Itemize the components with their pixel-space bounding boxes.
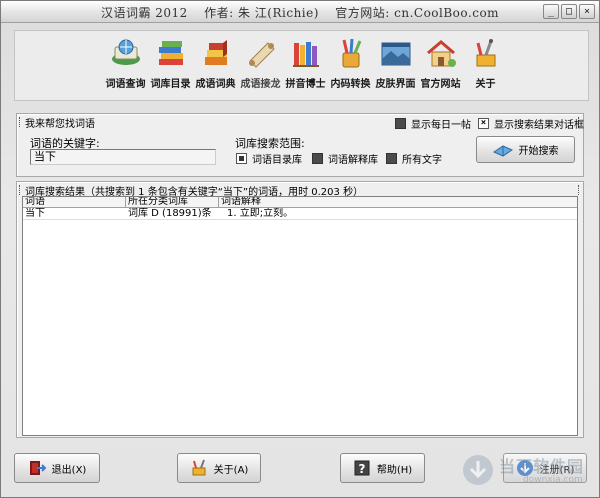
column-header-explanation[interactable]: 词语解释 [219, 197, 577, 207]
checkbox-box[interactable] [395, 118, 406, 129]
title-bar[interactable]: 汉语词霸 2012 作者: 朱 江(Richie) 官方网站: cn.CoolB… [1, 1, 599, 23]
toolbar-idiom-chain[interactable]: 成语接龙 [238, 37, 283, 97]
about-button[interactable]: 关于(A) [177, 453, 261, 483]
dictionary-icon [199, 37, 233, 71]
toolbar-skin[interactable]: 皮肤界面 [373, 37, 418, 97]
show-dialog-checkbox[interactable]: × 显示搜索结果对话框 [478, 116, 584, 131]
exit-label: 退出(X) [51, 464, 87, 476]
help-icon: ? [354, 460, 370, 476]
about-label: 关于(A) [213, 464, 249, 476]
search-book-icon [492, 144, 513, 157]
checkbox-box[interactable]: × [478, 118, 489, 129]
exit-icon [29, 461, 46, 475]
show-daily-label: 显示每日一帖 [411, 120, 471, 131]
toolbar-official-site[interactable]: 官方网站 [418, 37, 463, 97]
radio-box[interactable] [312, 153, 323, 164]
stacked-books-icon [154, 37, 188, 71]
scope-option-explanation[interactable]: 词语解释库 [312, 151, 378, 166]
toolbar-idiom-dictionary[interactable]: 成语词典 [193, 37, 238, 97]
toolbar-label: 皮肤界面 [375, 79, 416, 90]
toolbar-code-convert[interactable]: 内码转换 [328, 37, 373, 97]
svg-text:?: ? [358, 462, 365, 476]
landscape-icon [379, 37, 413, 71]
cell-word: 当下 [25, 208, 45, 219]
search-panel-title: 我来帮您找词语 [25, 119, 95, 130]
author-text: 作者: 朱 江(Richie) [204, 6, 319, 20]
minimize-button[interactable]: _ [543, 4, 559, 19]
toolbar-about[interactable]: 关于 [463, 37, 508, 97]
scope-option-label: 词语目录库 [252, 155, 302, 166]
grip-handle[interactable] [578, 185, 581, 195]
watermark-url: downxia.com [523, 475, 583, 485]
show-dialog-label: 显示搜索结果对话框 [494, 120, 584, 131]
watermark-text: 当下软件园 [499, 457, 585, 476]
radio-box[interactable] [236, 153, 247, 164]
cell-explanation: 1. 立即;立刻。 [227, 208, 294, 219]
results-panel: 词库搜索结果（共搜索到 1 条包含有关键字“当下”的词语，用时 0.203 秒）… [16, 181, 584, 438]
column-header-category[interactable]: 所在分类词库 [126, 197, 219, 207]
help-label: 帮助(H) [376, 464, 413, 476]
watermark: 当下软件园 downxia.com [461, 449, 591, 493]
search-panel: 我来帮您找词语 显示每日一帖 × 显示搜索结果对话框 词语的关键字: 当下 词库… [16, 113, 584, 177]
toolbar-catalog[interactable]: 词库目录 [148, 37, 193, 97]
grip-handle[interactable] [19, 185, 22, 195]
tools-icon [469, 37, 503, 71]
scope-option-all[interactable]: 所有文字 [386, 151, 442, 166]
house-icon [424, 37, 458, 71]
close-button[interactable]: × [579, 4, 595, 19]
start-search-label: 开始搜索 [518, 146, 559, 157]
keyword-input[interactable]: 当下 [30, 149, 216, 165]
help-button[interactable]: ? 帮助(H) [340, 453, 425, 483]
scope-option-label: 所有文字 [402, 155, 442, 166]
window-controls: _ □ × [543, 4, 595, 19]
toolbar-word-lookup[interactable]: 词语查询 [103, 37, 148, 97]
table-row[interactable]: 当下 词库 D (18991)条 1. 立即;立刻。 [23, 208, 577, 220]
book-globe-icon [109, 37, 143, 71]
results-panel-header: 词库搜索结果（共搜索到 1 条包含有关键字“当下”的词语，用时 0.203 秒） [19, 183, 581, 198]
website-text: 官方网站: cn.CoolBoo.com [335, 6, 500, 20]
app-title: 汉语词霸 2012 [100, 6, 188, 20]
scope-option-label: 词语解释库 [328, 155, 378, 166]
start-search-button[interactable]: 开始搜索 [476, 136, 575, 163]
results-table: 词语 所在分类词库 词语解释 当下 词库 D (18991)条 1. 立即;立刻… [22, 196, 578, 436]
toolbar-label: 词库目录 [150, 79, 191, 90]
toolbar-label: 成语词典 [195, 79, 236, 90]
column-header-word[interactable]: 词语 [23, 197, 126, 207]
cell-category: 词库 D (18991)条 [128, 208, 212, 219]
download-icon [463, 455, 493, 485]
toolbar-pinyin-doctor[interactable]: 拼音博士 [283, 37, 328, 97]
toolbar-label: 拼音博士 [285, 79, 326, 90]
toolbar-label: 关于 [475, 79, 496, 90]
scope-label: 词库搜索范围: [235, 137, 305, 150]
toolbar-label: 内码转换 [330, 79, 371, 90]
window-title: 汉语词霸 2012 作者: 朱 江(Richie) 官方网站: cn.CoolB… [1, 4, 599, 21]
tools-icon [192, 459, 206, 476]
show-daily-checkbox[interactable]: 显示每日一帖 [395, 116, 471, 131]
toolbar-label: 词语查询 [105, 79, 146, 90]
bookshelf-icon [289, 37, 323, 71]
radio-box[interactable] [386, 153, 397, 164]
toolbar-panel: 词语查询 词库目录 成语词典 成语接龙 拼音博士 内码转换 皮肤界面 官方网站 … [14, 30, 589, 101]
pencil-cup-icon [334, 37, 368, 71]
grip-handle[interactable] [19, 117, 22, 127]
scope-option-catalog[interactable]: 词语目录库 [236, 151, 302, 166]
maximize-button[interactable]: □ [561, 4, 577, 19]
scroll-icon [244, 37, 278, 71]
exit-button[interactable]: 退出(X) [14, 453, 100, 483]
toolbar-label: 成语接龙 [240, 79, 281, 90]
toolbar-label: 官方网站 [420, 79, 461, 90]
main-window: 汉语词霸 2012 作者: 朱 江(Richie) 官方网站: cn.CoolB… [0, 0, 600, 498]
toolbar: 词语查询 词库目录 成语词典 成语接龙 拼音博士 内码转换 皮肤界面 官方网站 … [103, 37, 508, 97]
table-header: 词语 所在分类词库 词语解释 [23, 197, 577, 208]
